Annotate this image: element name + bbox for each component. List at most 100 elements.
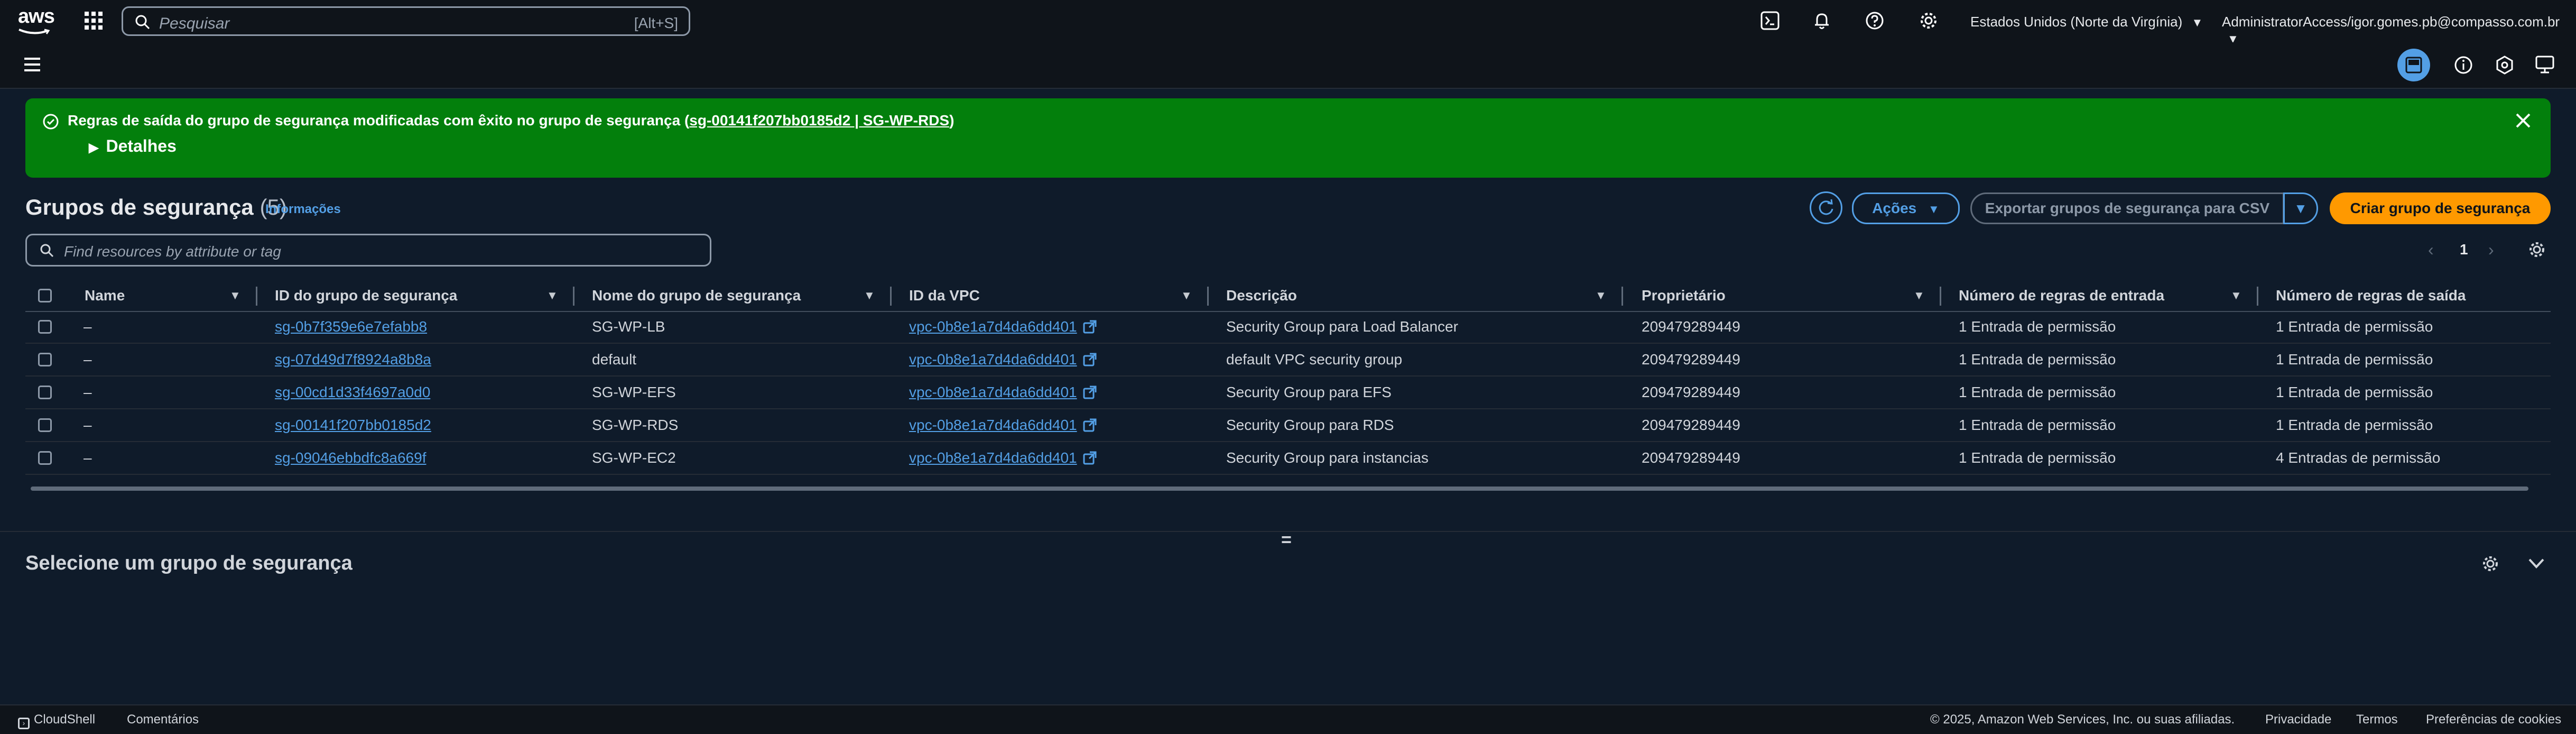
cell-description: Security Group para Load Balancer xyxy=(1226,318,1458,335)
export-dropdown-button[interactable]: ▼ xyxy=(2283,192,2318,224)
column-header-owner[interactable]: Proprietário xyxy=(1642,280,1726,311)
feedback-screen-icon[interactable] xyxy=(2535,55,2556,75)
table-header: Name ▼ ID do grupo de segurança ▼ Nome d… xyxy=(25,280,2551,312)
sort-caret-icon[interactable]: ▼ xyxy=(1595,280,1607,311)
feedback-link[interactable]: Comentários xyxy=(127,712,199,727)
privacy-link[interactable]: Privacidade xyxy=(2265,712,2331,727)
cell-vpc-link[interactable]: vpc-0b8e1a7d4da6dd401 xyxy=(909,377,1097,408)
column-header-name[interactable]: Name xyxy=(85,280,125,311)
table-row[interactable]: – sg-0b7f359e6e7efabb8 SG-WP-LB vpc-0b8e… xyxy=(25,311,2551,344)
refresh-button[interactable] xyxy=(1810,191,1842,224)
success-flash-banner xyxy=(25,98,2551,178)
cell-vpc-link[interactable]: vpc-0b8e1a7d4da6dd401 xyxy=(909,409,1097,441)
search-placeholder: Pesquisar xyxy=(159,15,230,32)
sort-caret-icon[interactable]: ▼ xyxy=(864,280,875,311)
sort-caret-icon[interactable]: ▼ xyxy=(1913,280,1925,311)
horizontal-scrollbar[interactable] xyxy=(31,487,2528,491)
region-selector[interactable]: Estados Unidos (Norte da Virgínia) ▼ xyxy=(1970,14,2203,30)
cookie-preferences-link[interactable]: Preferências de cookies xyxy=(2426,712,2561,727)
column-resizer[interactable] xyxy=(1940,287,1941,306)
cell-vpc-link[interactable]: vpc-0b8e1a7d4da6dd401 xyxy=(909,344,1097,375)
split-panel-resize-handle[interactable]: = xyxy=(1281,530,1292,550)
global-nav-bar: aws Pesquisar [Alt+S] Estados Unidos (No… xyxy=(0,0,2576,45)
vpc-link-text[interactable]: vpc-0b8e1a7d4da6dd401 xyxy=(909,318,1077,335)
hexagon-tools-icon[interactable] xyxy=(2495,55,2515,75)
settings-gear-icon[interactable] xyxy=(1919,11,1939,31)
external-link-icon xyxy=(1077,318,1097,335)
cell-inbound-rules: 1 Entrada de permissão xyxy=(1959,351,2116,368)
split-panel-toggle-icon[interactable] xyxy=(2397,49,2430,81)
vpc-link-text[interactable]: vpc-0b8e1a7d4da6dd401 xyxy=(909,384,1077,400)
caret-down-icon: ▼ xyxy=(2294,200,2308,216)
column-resizer[interactable] xyxy=(256,287,257,306)
column-header-vpc-id[interactable]: ID da VPC xyxy=(909,280,980,311)
aws-logo[interactable]: aws xyxy=(18,5,55,34)
cell-owner: 209479289449 xyxy=(1642,351,1740,368)
create-security-group-button[interactable]: Criar grupo de segurança xyxy=(2330,192,2551,224)
cell-sg-id-link[interactable]: sg-0b7f359e6e7efabb8 xyxy=(275,311,427,343)
current-page[interactable]: 1 xyxy=(2460,241,2468,258)
close-icon[interactable] xyxy=(2515,112,2532,129)
select-all-checkbox[interactable] xyxy=(38,289,52,302)
row-checkbox[interactable] xyxy=(38,451,52,465)
table-row[interactable]: – sg-00cd1d33f4697a0d0 SG-WP-EFS vpc-0b8… xyxy=(25,377,2551,409)
terms-link[interactable]: Termos xyxy=(2356,712,2398,727)
notifications-bell-icon[interactable] xyxy=(1812,11,1832,31)
page-title-text: Grupos de segurança xyxy=(25,195,254,219)
global-search-input[interactable]: Pesquisar [Alt+S] xyxy=(122,6,690,36)
info-panel-icon[interactable] xyxy=(2453,55,2473,75)
cell-sg-name: SG-WP-LB xyxy=(592,318,665,335)
column-header-sg-id[interactable]: ID do grupo de segurança xyxy=(275,280,457,311)
flash-sg-link[interactable]: sg-00141f207bb0185d2 | SG-WP-RDS xyxy=(689,112,949,129)
chevron-down-icon[interactable] xyxy=(2527,556,2545,571)
filter-input[interactable]: Find resources by attribute or tag xyxy=(25,234,711,267)
actions-dropdown-button[interactable]: Ações ▼ xyxy=(1852,192,1960,224)
sort-caret-icon[interactable]: ▼ xyxy=(546,280,558,311)
cell-sg-id-link[interactable]: sg-09046ebbdfc8a669f xyxy=(275,442,426,474)
table-row[interactable]: – sg-00141f207bb0185d2 SG-WP-RDS vpc-0b8… xyxy=(25,409,2551,442)
cell-sg-id-link[interactable]: sg-00141f207bb0185d2 xyxy=(275,409,431,441)
sort-caret-icon[interactable]: ▼ xyxy=(2230,280,2242,311)
cell-sg-id-link[interactable]: sg-00cd1d33f4697a0d0 xyxy=(275,377,430,408)
page-title: Grupos de segurança (5) xyxy=(25,195,287,220)
vpc-link-text[interactable]: vpc-0b8e1a7d4da6dd401 xyxy=(909,351,1077,368)
column-resizer[interactable] xyxy=(573,287,574,306)
row-checkbox[interactable] xyxy=(38,418,52,432)
row-checkbox[interactable] xyxy=(38,353,52,366)
vpc-link-text[interactable]: vpc-0b8e1a7d4da6dd401 xyxy=(909,417,1077,433)
previous-page-icon[interactable]: ‹ xyxy=(2428,240,2434,260)
next-page-icon[interactable]: › xyxy=(2488,240,2494,260)
flash-details-expander[interactable]: ▶ Detalhes xyxy=(89,136,177,156)
table-row[interactable]: – sg-07d49d7f8924a8b8a default vpc-0b8e1… xyxy=(25,344,2551,377)
external-link-icon xyxy=(1077,384,1097,400)
split-panel-settings-gear-icon[interactable] xyxy=(2481,554,2500,573)
column-resizer[interactable] xyxy=(1621,287,1623,306)
cell-vpc-link[interactable]: vpc-0b8e1a7d4da6dd401 xyxy=(909,311,1097,343)
account-menu[interactable]: AdministratorAccess/igor.gomes.pb@compas… xyxy=(2222,14,2576,47)
sort-caret-icon[interactable]: ▼ xyxy=(1181,280,1192,311)
cell-sg-id-link[interactable]: sg-07d49d7f8924a8b8a xyxy=(275,344,431,375)
row-checkbox[interactable] xyxy=(38,386,52,399)
cloudshell-footer-button[interactable]: › CloudShell xyxy=(18,712,95,729)
vpc-link-text[interactable]: vpc-0b8e1a7d4da6dd401 xyxy=(909,449,1077,466)
column-header-description[interactable]: Descrição xyxy=(1226,280,1297,311)
cell-owner: 209479289449 xyxy=(1642,318,1740,335)
cell-vpc-link[interactable]: vpc-0b8e1a7d4da6dd401 xyxy=(909,442,1097,474)
cell-owner: 209479289449 xyxy=(1642,384,1740,400)
column-header-sg-name[interactable]: Nome do grupo de segurança xyxy=(592,280,801,311)
cloudshell-icon[interactable] xyxy=(1760,11,1780,31)
export-csv-button[interactable]: Exportar grupos de segurança para CSV xyxy=(1970,192,2284,224)
column-resizer[interactable] xyxy=(1207,287,1209,306)
column-header-inbound-rules[interactable]: Número de regras de entrada xyxy=(1959,280,2164,311)
table-preferences-gear-icon[interactable] xyxy=(2527,240,2546,259)
table-row[interactable]: – sg-09046ebbdfc8a669f SG-WP-EC2 vpc-0b8… xyxy=(25,442,2551,475)
services-grid-icon[interactable] xyxy=(84,11,104,31)
column-header-outbound-rules[interactable]: Número de regras de saída xyxy=(2276,280,2466,311)
info-link[interactable]: Informações xyxy=(265,202,341,217)
column-resizer[interactable] xyxy=(2257,287,2258,306)
hamburger-menu-icon[interactable] xyxy=(23,56,42,73)
column-resizer[interactable] xyxy=(890,287,892,306)
row-checkbox[interactable] xyxy=(38,320,52,334)
help-icon[interactable] xyxy=(1865,11,1885,31)
sort-caret-icon[interactable]: ▼ xyxy=(229,280,241,311)
